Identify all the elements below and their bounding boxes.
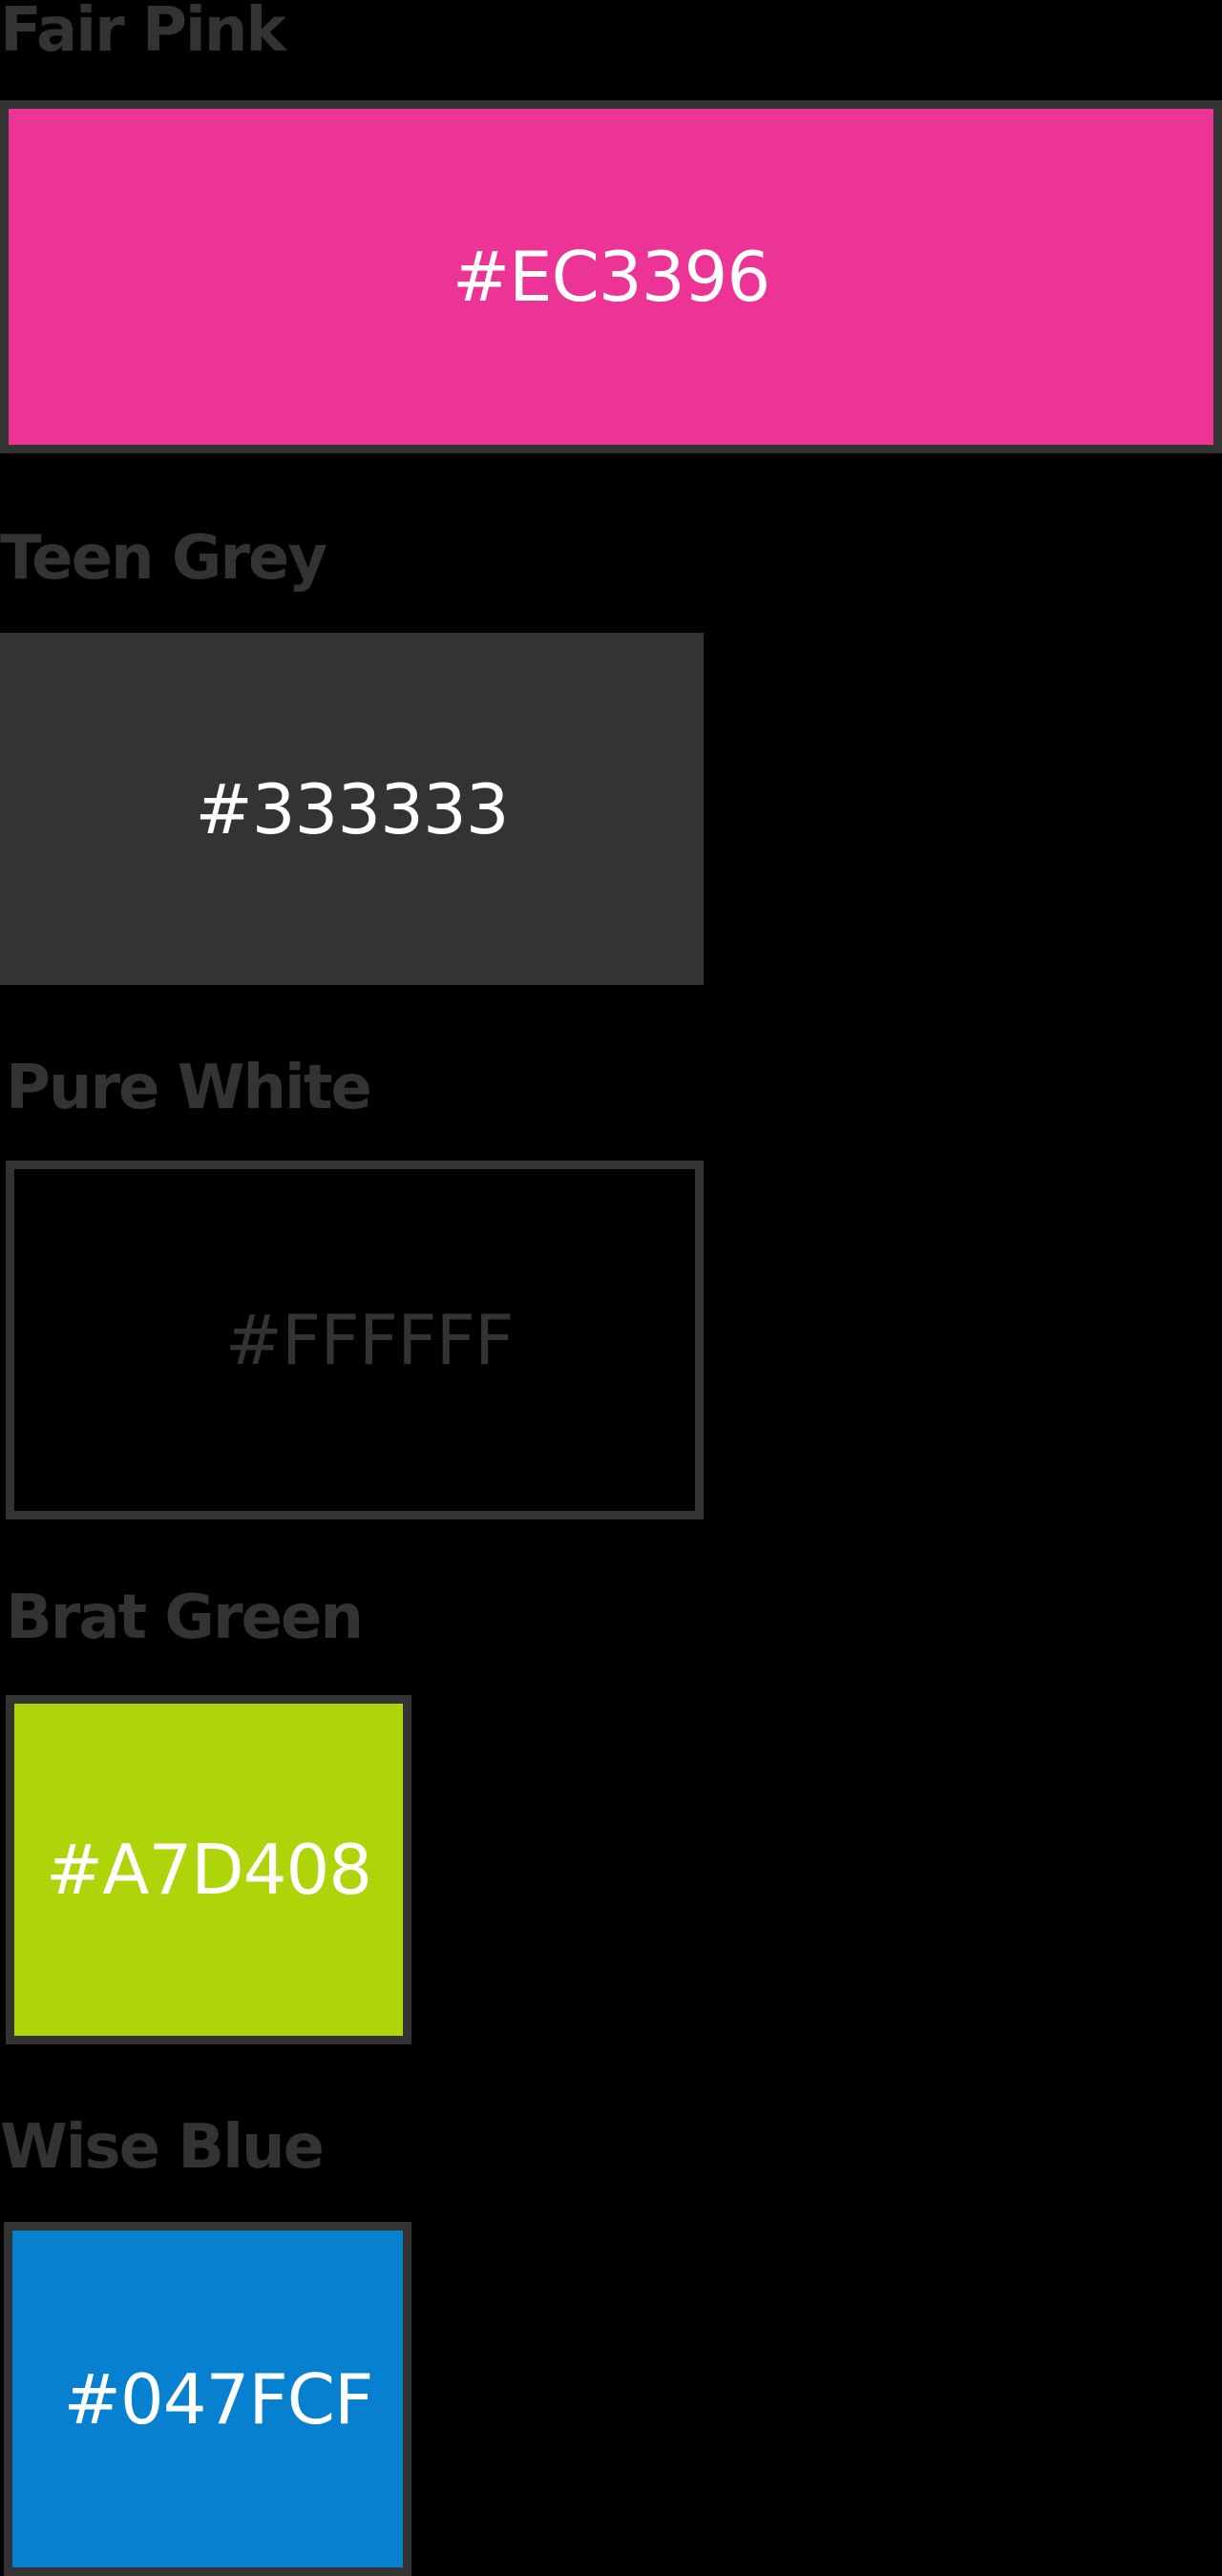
swatch-name-teen-grey: Teen Grey [0, 523, 327, 594]
swatch-name-brat-green: Brat Green [6, 1582, 364, 1653]
swatch-wise-blue: #047FCF [4, 2222, 411, 2576]
swatch-teen-grey: #333333 [0, 633, 704, 985]
swatch-name-fair-pink: Fair Pink [0, 0, 286, 66]
hex-code-fair-pink: #EC3396 [452, 237, 770, 317]
hex-code-wise-blue: #047FCF [63, 2358, 374, 2440]
swatch-pure-white: #FFFFFF [6, 1161, 704, 1519]
swatch-name-wise-blue: Wise Blue [0, 2112, 325, 2183]
hex-code-teen-grey: #333333 [195, 768, 509, 849]
swatch-brat-green: #A7D408 [6, 1695, 411, 2044]
hex-code-pure-white: #FFFFFF [224, 1300, 515, 1380]
swatch-fair-pink: #EC3396 [0, 100, 1222, 453]
swatch-name-pure-white: Pure White [6, 1053, 372, 1123]
hex-code-brat-green: #A7D408 [45, 1830, 372, 1910]
